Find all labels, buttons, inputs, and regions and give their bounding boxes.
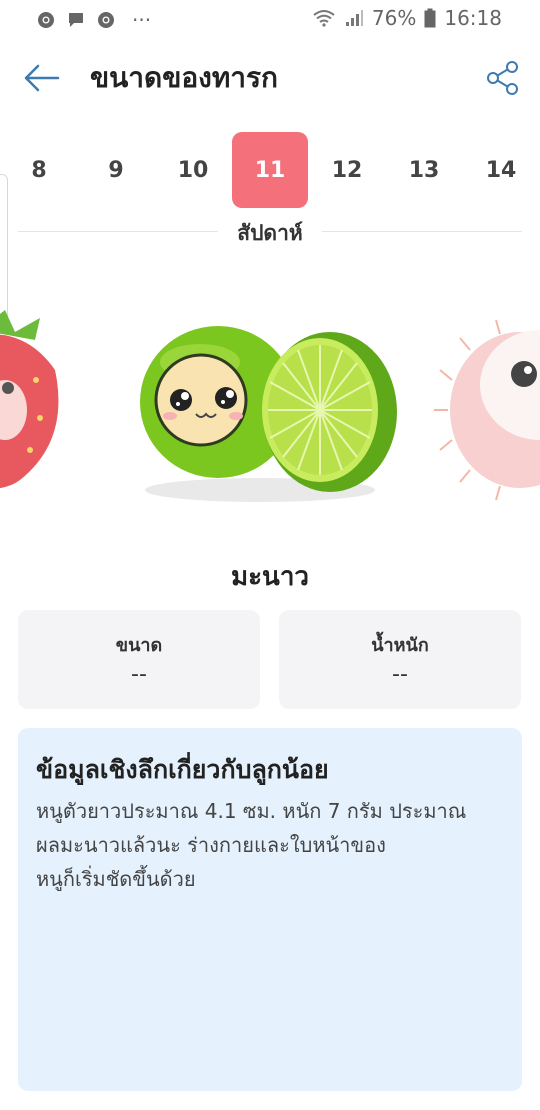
week-item[interactable]: 13 <box>386 132 462 208</box>
week-label: สัปดาห์ <box>237 221 303 245</box>
baby-insight-card: ข้อมูลเชิงลึกเกี่ยวกับลูกน้อย หนูตัวยาวป… <box>18 728 522 1091</box>
info-body: หนูตัวยาวประมาณ 4.1 ซม. หนัก 7 กรัม ประม… <box>36 799 467 891</box>
battery-icon <box>424 8 436 28</box>
app-bar: ขนาดของทารก <box>0 38 540 118</box>
share-icon[interactable] <box>486 60 520 96</box>
week-item[interactable]: 8 <box>1 132 77 208</box>
message-icon <box>69 13 83 27</box>
status-bar: ··· 76% 16:18 <box>0 0 540 38</box>
back-arrow-icon[interactable] <box>22 60 62 96</box>
page-title: ขนาดของทารก <box>90 61 278 94</box>
fruit-carousel[interactable] <box>0 300 540 520</box>
info-title: ข้อมูลเชิงลึกเกี่ยวกับลูกน้อย <box>36 755 329 784</box>
week-label-row: สัปดาห์ <box>18 215 522 249</box>
week-item[interactable]: 14 <box>463 132 539 208</box>
chrome-icon <box>38 12 54 28</box>
week-item[interactable]: 9 <box>78 132 154 208</box>
fruit-name: มะนาว <box>230 562 310 592</box>
strawberry-illustration <box>0 310 59 489</box>
clock: 16:18 <box>444 6 502 30</box>
week-item-selected[interactable]: 11 <box>232 132 308 208</box>
weight-card: น้ำหนัก -- <box>279 610 521 709</box>
overflow-indicator: ··· <box>132 8 152 32</box>
signal-icon <box>345 10 363 26</box>
rambutan-illustration <box>434 319 540 501</box>
weight-value: -- <box>392 662 408 687</box>
chrome-icon <box>98 12 114 28</box>
week-item[interactable]: 10 <box>155 132 231 208</box>
size-value: -- <box>131 662 147 687</box>
battery-percent: 76% <box>371 6 417 30</box>
size-card: ขนาด -- <box>18 610 260 709</box>
weight-label: น้ำหนัก <box>371 635 429 656</box>
lime-illustration <box>140 326 397 502</box>
size-label: ขนาด <box>115 635 163 656</box>
week-selector: 8 9 10 11 12 13 14 <box>0 132 540 210</box>
wifi-icon <box>313 10 335 27</box>
week-item[interactable]: 12 <box>309 132 385 208</box>
